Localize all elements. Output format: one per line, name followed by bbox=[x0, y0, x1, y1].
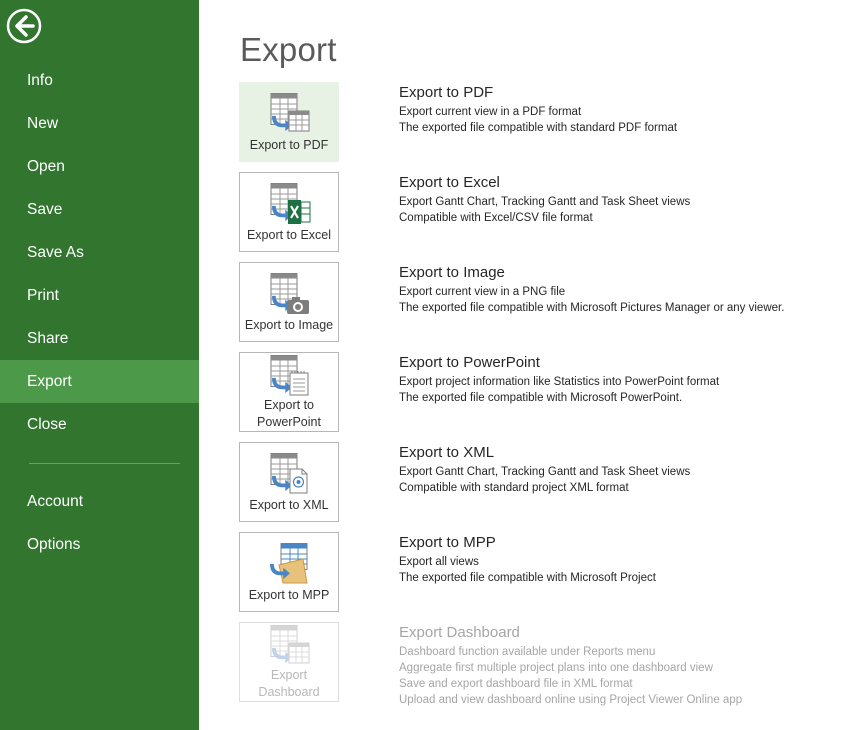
tile-label: Export to PDF bbox=[249, 138, 329, 152]
tile-label-line: Export bbox=[270, 668, 308, 682]
xml-export-icon bbox=[270, 453, 308, 494]
tile-label: Export to Image bbox=[244, 318, 334, 332]
option-description: Export to MPP Export all views The expor… bbox=[399, 533, 849, 586]
sidebar-item-close[interactable]: Close bbox=[0, 403, 199, 446]
export-option-powerpoint: Export to PowerPoint Export to PowerPoin… bbox=[239, 352, 839, 432]
option-title: Export to XML bbox=[399, 444, 495, 461]
export-option-mpp: Export to MPP Export to MPP Export all v… bbox=[239, 532, 839, 612]
pdf-export-icon bbox=[270, 93, 310, 132]
option-detail: The exported file compatible with Micros… bbox=[399, 572, 656, 584]
export-to-excel-button[interactable]: Export to Excel bbox=[239, 172, 339, 252]
page-title: Export bbox=[240, 31, 337, 68]
option-detail: Save and export dashboard file in XML fo… bbox=[399, 678, 633, 690]
option-detail: Export current view in a PNG file bbox=[399, 286, 566, 298]
tile-label: Export to Excel bbox=[246, 228, 332, 242]
option-description: Export to Image Export current view in a… bbox=[399, 263, 849, 316]
export-dashboard-button[interactable]: Export Dashboard bbox=[239, 622, 339, 702]
sidebar-item-save[interactable]: Save bbox=[0, 188, 199, 231]
export-option-pdf: Export to PDF Export to PDF Export curre… bbox=[239, 82, 839, 162]
sidebar-item-export[interactable]: Export bbox=[0, 360, 199, 403]
option-detail: Compatible with Excel/CSV file format bbox=[399, 212, 593, 224]
tile-label-line: Export to bbox=[263, 398, 315, 412]
option-title: Export to MPP bbox=[399, 534, 496, 551]
option-description: Export to XML Export Gantt Chart, Tracki… bbox=[399, 443, 849, 496]
sidebar-nav: Info New Open Save Save As Print Share E… bbox=[0, 59, 199, 566]
option-detail: Export all views bbox=[399, 556, 479, 568]
tile-label: Export to MPP bbox=[248, 588, 330, 602]
backstage-sidebar: Info New Open Save Save As Print Share E… bbox=[0, 0, 199, 730]
sidebar-item-account[interactable]: Account bbox=[0, 480, 199, 523]
export-panel: Export Export to PDF Export to PDF Expor… bbox=[199, 0, 849, 730]
option-title: Export to PowerPoint bbox=[399, 354, 540, 371]
option-title: Export Dashboard bbox=[399, 624, 520, 641]
export-to-pdf-button[interactable]: Export to PDF bbox=[239, 82, 339, 162]
powerpoint-export-icon bbox=[270, 355, 309, 396]
option-detail: The exported file compatible with standa… bbox=[399, 122, 678, 134]
export-to-powerpoint-button[interactable]: Export to PowerPoint bbox=[239, 352, 339, 432]
tile-label: Export to XML bbox=[249, 498, 329, 512]
option-detail: The exported file compatible with Micros… bbox=[399, 302, 785, 314]
sidebar-divider bbox=[29, 463, 180, 464]
sidebar-item-options[interactable]: Options bbox=[0, 523, 199, 566]
option-detail: Upload and view dashboard online using P… bbox=[399, 694, 743, 706]
option-description: Export Dashboard Dashboard function avai… bbox=[399, 623, 849, 708]
option-detail: The exported file compatible with Micros… bbox=[399, 392, 683, 404]
option-detail: Compatible with standard project XML for… bbox=[399, 482, 629, 494]
option-description: Export to PDF Export current view in a P… bbox=[399, 83, 849, 136]
image-export-icon bbox=[270, 273, 309, 314]
export-option-xml: Export to XML Export to XML Export Gantt… bbox=[239, 442, 839, 522]
option-detail: Export Gantt Chart, Tracking Gantt and T… bbox=[399, 196, 691, 208]
option-detail: Export Gantt Chart, Tracking Gantt and T… bbox=[399, 466, 691, 478]
option-description: Export to Excel Export Gantt Chart, Trac… bbox=[399, 173, 849, 226]
option-detail: Export current view in a PDF format bbox=[399, 106, 582, 118]
export-option-excel: Export to Excel Export to Excel Export G… bbox=[239, 172, 839, 252]
option-description: Export to PowerPoint Export project info… bbox=[399, 353, 849, 406]
tile-label-line: PowerPoint bbox=[257, 415, 321, 429]
tile-label: Export to PowerPoint bbox=[240, 397, 338, 431]
option-title: Export to Excel bbox=[399, 174, 500, 191]
tile-label-line: Dashboard bbox=[258, 685, 320, 699]
option-detail: Export project information like Statisti… bbox=[399, 376, 720, 388]
sidebar-item-print[interactable]: Print bbox=[0, 274, 199, 317]
export-to-image-button[interactable]: Export to Image bbox=[239, 262, 339, 342]
sidebar-item-open[interactable]: Open bbox=[0, 145, 199, 188]
dashboard-export-icon bbox=[270, 625, 310, 664]
export-option-dashboard: Export Dashboard Export Dashboard Dashbo… bbox=[239, 622, 839, 708]
export-to-xml-button[interactable]: Export to XML bbox=[239, 442, 339, 522]
tile-label: Export Dashboard bbox=[240, 667, 338, 701]
mpp-export-icon bbox=[270, 543, 308, 584]
option-detail: Aggregate first multiple project plans i… bbox=[399, 662, 713, 674]
excel-export-icon bbox=[270, 183, 311, 224]
sidebar-item-save-as[interactable]: Save As bbox=[0, 231, 199, 274]
back-arrow-icon[interactable] bbox=[6, 8, 42, 44]
option-title: Export to PDF bbox=[399, 84, 494, 101]
export-to-mpp-button[interactable]: Export to MPP bbox=[239, 532, 339, 612]
export-option-image: Export to Image Export to Image Export c… bbox=[239, 262, 839, 342]
sidebar-item-new[interactable]: New bbox=[0, 102, 199, 145]
sidebar-item-share[interactable]: Share bbox=[0, 317, 199, 360]
option-detail: Dashboard function available under Repor… bbox=[399, 646, 656, 658]
option-title: Export to Image bbox=[399, 264, 505, 281]
sidebar-item-info[interactable]: Info bbox=[0, 59, 199, 102]
